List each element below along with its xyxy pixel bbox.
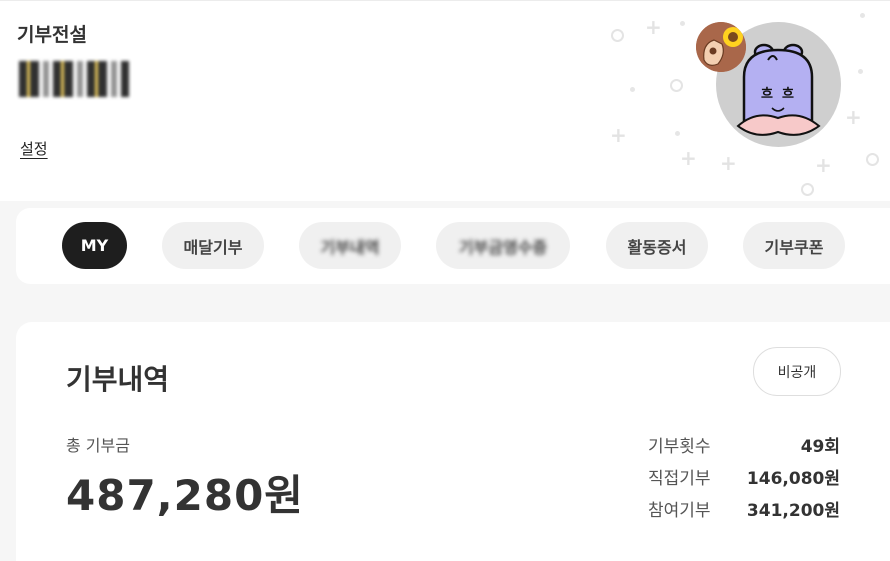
total-donation-label: 총 기부금 bbox=[66, 436, 130, 455]
donation-summary-card: 기부내역 비공개 총 기부금 487,280원 기부횟수 49회 직접기부 14… bbox=[16, 322, 890, 561]
dot-decoration bbox=[858, 69, 863, 74]
svg-text:흐: 흐 bbox=[782, 87, 794, 102]
nickname: tjd bbox=[19, 61, 129, 97]
direct-donation-label: 직접기부 bbox=[648, 469, 711, 489]
dot-decoration bbox=[630, 87, 635, 92]
donation-count-value: 49회 bbox=[800, 437, 840, 457]
dot-decoration bbox=[675, 131, 680, 136]
participation-donation-value: 341,200원 bbox=[746, 501, 840, 521]
plus-decoration: + bbox=[645, 15, 662, 39]
settings-link[interactable]: 설정 bbox=[20, 138, 48, 159]
plus-decoration: + bbox=[845, 105, 862, 129]
category-tabs: MY 매달기부 기부내역 기부금영수증 활동증서 기부쿠폰 bbox=[16, 208, 890, 284]
circle-decoration bbox=[801, 183, 814, 196]
participation-donation-label: 참여기부 bbox=[648, 501, 711, 521]
total-donation-amount: 487,280원 bbox=[66, 471, 304, 520]
circle-decoration bbox=[866, 153, 879, 166]
level-badge-icon bbox=[696, 22, 746, 72]
direct-donation-value: 146,080원 bbox=[746, 469, 840, 489]
tab-donation-receipt[interactable]: 기부금영수증 bbox=[436, 222, 570, 269]
plus-decoration: + bbox=[815, 153, 832, 177]
donation-count-label: 기부횟수 bbox=[648, 437, 711, 457]
plus-decoration: + bbox=[720, 151, 737, 175]
dot-decoration bbox=[680, 21, 685, 26]
dot-decoration bbox=[860, 13, 865, 18]
tab-my[interactable]: MY bbox=[62, 222, 127, 269]
tab-monthly-donation[interactable]: 매달기부 bbox=[162, 222, 264, 269]
profile-header: 기부전설 tjd 설정 + + + + + + 흐 흐 bbox=[0, 0, 890, 201]
circle-decoration bbox=[611, 29, 624, 42]
svg-text:흐: 흐 bbox=[761, 87, 773, 102]
circle-decoration bbox=[670, 79, 683, 92]
rank-title: 기부전설 bbox=[17, 24, 87, 46]
private-toggle-button[interactable]: 비공개 bbox=[753, 347, 841, 396]
plus-decoration: + bbox=[610, 123, 627, 147]
tab-activity-certificate[interactable]: 활동증서 bbox=[606, 222, 708, 269]
card-title: 기부내역 bbox=[66, 363, 170, 396]
tab-donation-history[interactable]: 기부내역 bbox=[299, 222, 401, 269]
tab-donation-coupon[interactable]: 기부쿠폰 bbox=[743, 222, 845, 269]
plus-decoration: + bbox=[680, 146, 697, 170]
